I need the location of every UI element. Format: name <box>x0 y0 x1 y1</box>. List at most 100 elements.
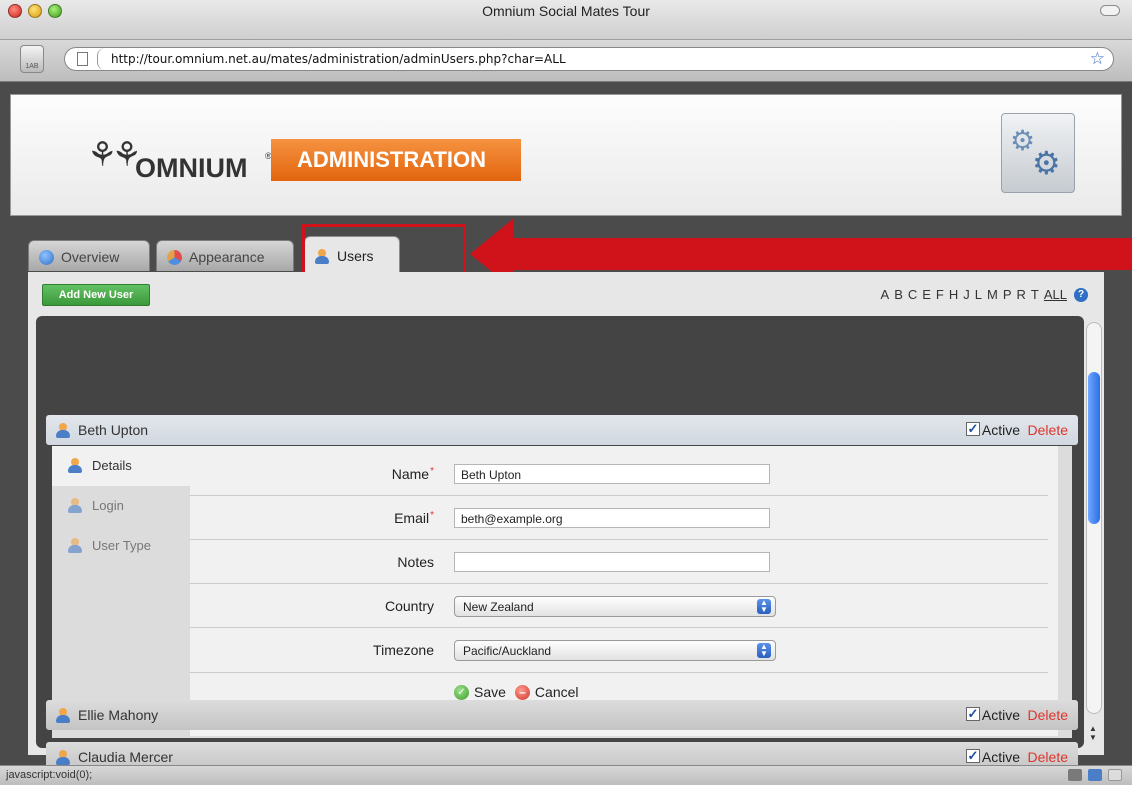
cancel-button[interactable]: Cancel <box>535 684 579 700</box>
active-checkbox[interactable]: ✓ <box>966 749 980 763</box>
status-bar: javascript:void(0); <box>0 765 1132 785</box>
letter-filter[interactable]: B <box>894 287 903 302</box>
email-field[interactable]: beth@example.org <box>454 508 770 528</box>
letter-filter[interactable]: P <box>1003 287 1012 302</box>
letter-filter[interactable]: C <box>908 287 917 302</box>
side-tab-user-type[interactable]: User Type <box>52 526 190 566</box>
letter-filter[interactable]: R <box>1017 287 1026 302</box>
info-icon <box>39 250 54 265</box>
user-icon <box>56 750 70 765</box>
url-text[interactable]: http://tour.omnium.net.au/mates/administ… <box>111 52 566 66</box>
timezone-label: Timezone <box>373 642 434 658</box>
divider <box>190 672 1048 673</box>
page-icon <box>77 52 88 66</box>
user-name[interactable]: Beth Upton <box>78 422 148 438</box>
name-field[interactable]: Beth Upton <box>454 464 770 484</box>
users-panel: Add New User A B C E F H J L M P R T ALL… <box>28 272 1104 772</box>
form-row-notes: Notes <box>190 540 1048 584</box>
user-detail-panel: Details Login User Type Name* Beth Upton… <box>52 446 1072 738</box>
add-new-user-button[interactable]: Add New User <box>42 284 150 306</box>
user-name[interactable]: Ellie Mahony <box>78 707 158 723</box>
country-value: New Zealand <box>463 600 534 614</box>
user-row[interactable]: Ellie Mahony ✓ Active Delete <box>46 700 1078 730</box>
tab-overview[interactable]: Overview <box>28 240 150 271</box>
help-icon[interactable]: ? <box>1074 287 1088 302</box>
name-label: Name* <box>391 466 434 482</box>
user-edit-icon <box>68 458 82 473</box>
letter-filter[interactable]: E <box>922 287 931 302</box>
user-icon <box>56 423 70 438</box>
delete-link[interactable]: Delete <box>1028 422 1068 438</box>
feed-icon[interactable] <box>1088 769 1102 781</box>
omnium-logo: OMNIUM <box>135 153 248 183</box>
form-row-name: Name* Beth Upton <box>190 452 1048 496</box>
bookmark-star-icon[interactable]: ☆ <box>1090 49 1105 69</box>
country-label: Country <box>384 598 434 614</box>
letter-filter[interactable]: L <box>975 287 982 302</box>
omnium-figures-icon: ⚘⚘ <box>87 136 142 174</box>
toolbar-toggle-button[interactable] <box>1100 5 1120 16</box>
active-label: Active <box>981 749 1020 765</box>
status-icons <box>1068 769 1122 781</box>
letter-filter[interactable]: H <box>949 287 958 302</box>
url-separator <box>97 48 107 70</box>
scroll-arrows[interactable]: ▲ ▼ <box>1089 724 1097 742</box>
cancel-icon[interactable]: – <box>514 684 530 700</box>
window-title: Omnium Social Mates Tour <box>482 3 650 19</box>
form-row-country: Country New Zealand ▲ ▼ <box>190 584 1048 628</box>
scrollbar-thumb[interactable] <box>1088 372 1100 524</box>
admin-banner: ⚘⚘ OMNIUM ® ADMINISTRATION ⚙ ⚙ <box>10 94 1122 216</box>
tab-appearance[interactable]: Appearance <box>156 240 294 271</box>
side-tab-login[interactable]: Login <box>52 486 190 526</box>
user-row[interactable]: Beth Upton ✓ Active Delete <box>46 415 1078 445</box>
window-titlebar: Omnium Social Mates Tour <box>0 0 1132 40</box>
save-button[interactable]: Save <box>474 684 506 700</box>
user-type-icon <box>68 538 82 553</box>
address-bar[interactable]: http://tour.omnium.net.au/mates/administ… <box>64 47 1114 71</box>
letter-filter-all[interactable]: ALL <box>1044 287 1067 302</box>
side-tab-details[interactable]: Details <box>52 446 190 486</box>
delete-link[interactable]: Delete <box>1028 707 1068 723</box>
mail-icon[interactable] <box>1108 769 1122 781</box>
form-actions: ✓ Save – Cancel <box>454 684 579 700</box>
administration-band: ADMINISTRATION <box>271 139 521 181</box>
select-arrows-icon: ▲ ▼ <box>757 599 771 614</box>
email-label: Email* <box>394 510 434 526</box>
timezone-select[interactable]: Pacific/Auckland ▲ ▼ <box>454 640 776 661</box>
country-select[interactable]: New Zealand ▲ ▼ <box>454 596 776 617</box>
notes-label: Notes <box>397 554 434 570</box>
notes-field[interactable] <box>454 552 770 572</box>
home-icon[interactable]: 1AB <box>20 45 44 73</box>
browser-toolbar: 1AB http://tour.omnium.net.au/mates/admi… <box>0 40 1132 82</box>
form-row-email: Email* beth@example.org <box>190 496 1048 540</box>
letter-filter[interactable]: F <box>936 287 944 302</box>
letter-filter[interactable]: A <box>881 287 890 302</box>
active-label: Active <box>981 707 1020 723</box>
side-tab-label: Details <box>92 458 132 473</box>
side-tab-label: Login <box>92 498 124 513</box>
active-checkbox[interactable]: ✓ <box>966 422 980 436</box>
letter-filter[interactable]: M <box>987 287 998 302</box>
tab-label: Appearance <box>189 249 265 265</box>
status-text: javascript:void(0); <box>6 769 93 781</box>
palette-icon <box>167 250 182 265</box>
login-icon <box>68 498 82 513</box>
active-label: Active <box>981 422 1020 438</box>
active-checkbox[interactable]: ✓ <box>966 707 980 721</box>
annotation-arrow <box>510 238 1132 270</box>
user-name[interactable]: Claudia Mercer <box>78 749 173 765</box>
page-content: ⚘⚘ OMNIUM ® ADMINISTRATION ⚙ ⚙ Overview A… <box>0 82 1132 772</box>
side-tab-label: User Type <box>92 538 152 553</box>
select-arrows-icon: ▲ ▼ <box>757 643 771 658</box>
letter-filter[interactable]: J <box>963 287 970 302</box>
form-row-timezone: Timezone Pacific/Auckland ▲ ▼ <box>190 628 1048 672</box>
details-form: Name* Beth Upton Email* beth@example.org… <box>190 446 1058 736</box>
page-info-icon[interactable] <box>1068 769 1082 781</box>
user-icon <box>56 708 70 723</box>
timezone-value: Pacific/Auckland <box>463 644 552 658</box>
alphabet-filter: A B C E F H J L M P R T ALL ? <box>881 287 1088 302</box>
gears-icon: ⚙ ⚙ <box>1001 113 1075 193</box>
save-icon[interactable]: ✓ <box>454 684 469 700</box>
delete-link[interactable]: Delete <box>1028 749 1068 765</box>
letter-filter[interactable]: T <box>1031 287 1039 302</box>
